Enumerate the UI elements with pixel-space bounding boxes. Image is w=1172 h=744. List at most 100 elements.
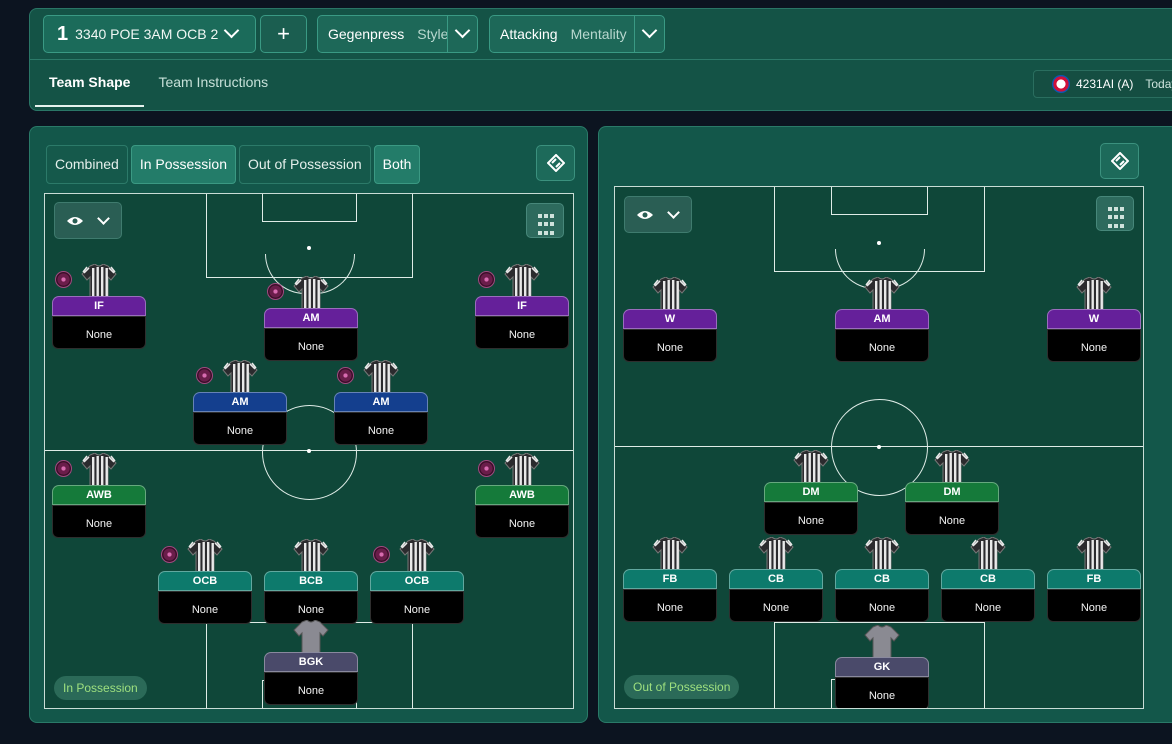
player-card[interactable]: AWB None xyxy=(52,453,146,539)
tactics-board-button[interactable] xyxy=(536,145,575,181)
tactics-board-icon xyxy=(1110,152,1129,170)
tab-team-instructions[interactable]: Team Instructions xyxy=(144,60,282,111)
eye-icon xyxy=(637,210,653,219)
player-duty: None xyxy=(370,591,464,624)
player-duty: None xyxy=(475,505,569,538)
player-card[interactable]: W None xyxy=(623,277,717,363)
player-card[interactable]: IF None xyxy=(475,264,569,350)
player-card[interactable]: CB None xyxy=(835,537,929,623)
player-card[interactable]: AM None xyxy=(334,360,428,446)
grid-icon xyxy=(538,222,542,227)
player-card[interactable]: AWB None xyxy=(475,453,569,539)
player-card[interactable]: OCB None xyxy=(370,539,464,625)
tactic-selector[interactable]: 1 3340 POE 3AM OCB 2 xyxy=(43,15,256,53)
grid-icon xyxy=(544,214,548,218)
mentality-label: Mentality xyxy=(570,26,627,42)
key-player-icon xyxy=(161,546,178,563)
player-card[interactable]: IF None xyxy=(52,264,146,350)
player-duty: None xyxy=(905,502,999,535)
player-card[interactable]: AM None xyxy=(264,276,358,362)
opponent-formation: 4231AI (A) xyxy=(1076,77,1134,91)
penalty-spot-top xyxy=(877,241,881,245)
player-duty: None xyxy=(764,502,858,535)
player-card[interactable]: CB None xyxy=(729,537,823,623)
player-shirt-icon xyxy=(652,537,688,571)
chevron-down-icon xyxy=(667,206,680,219)
player-shirt-icon xyxy=(504,453,540,487)
player-card[interactable]: GK None xyxy=(835,625,929,708)
mode-tab-combined[interactable]: Combined xyxy=(46,145,128,184)
mode-tab-in-possession[interactable]: In Possession xyxy=(130,145,236,184)
grid-icon xyxy=(550,214,554,218)
style-value: Gegenpress xyxy=(328,26,405,42)
player-role: IF xyxy=(52,296,146,316)
view-options-button[interactable] xyxy=(54,202,122,239)
tactic-number: 1 xyxy=(57,22,69,45)
player-card[interactable]: W None xyxy=(1047,277,1141,363)
tactics-board-button[interactable] xyxy=(1100,143,1139,179)
add-tactic-button[interactable]: + xyxy=(260,15,307,53)
player-duty: None xyxy=(835,329,929,362)
view-options-button[interactable] xyxy=(624,196,692,233)
style-label: Style xyxy=(417,26,449,42)
player-card[interactable]: DM None xyxy=(905,450,999,536)
player-card[interactable]: BCB None xyxy=(264,539,358,625)
player-shirt-icon xyxy=(864,625,900,659)
tab-team-shape[interactable]: Team Shape xyxy=(35,60,145,111)
player-role: AWB xyxy=(52,485,146,505)
tactics-header: 1 3340 POE 3AM OCB 2 + Gegenpress Style … xyxy=(29,8,1172,111)
player-role: W xyxy=(623,309,717,329)
player-card[interactable]: DM None xyxy=(764,450,858,536)
style-dropdown[interactable] xyxy=(447,16,477,52)
next-opponent[interactable]: 4231AI (A) Today xyxy=(1033,70,1172,98)
key-player-icon xyxy=(337,367,354,384)
player-card[interactable]: AM None xyxy=(193,360,287,446)
key-player-icon xyxy=(196,367,213,384)
player-shirt-icon xyxy=(81,453,117,487)
player-role: AM xyxy=(835,309,929,329)
player-card[interactable]: OCB None xyxy=(158,539,252,625)
phase-mode-tabs: Combined In Possession Out of Possession… xyxy=(46,145,421,184)
chevron-down-icon xyxy=(223,22,240,39)
player-duty: None xyxy=(1047,329,1141,362)
six-yard-box-top xyxy=(831,187,928,215)
eye-icon xyxy=(67,216,83,225)
grid-icon xyxy=(1120,223,1124,228)
team-style-selector[interactable]: Gegenpress Style xyxy=(317,15,478,53)
grid-icon xyxy=(1108,207,1112,211)
player-role: AWB xyxy=(475,485,569,505)
player-role: W xyxy=(1047,309,1141,329)
in-possession-panel: Combined In Possession Out of Possession… xyxy=(29,126,588,723)
player-card[interactable]: FB None xyxy=(1047,537,1141,623)
phase-label: In Possession xyxy=(54,676,147,700)
mode-tab-out-of-possession[interactable]: Out of Possession xyxy=(239,145,371,184)
grid-icon xyxy=(550,230,554,235)
mentality-selector[interactable]: Attacking Mentality xyxy=(489,15,665,53)
player-duty: None xyxy=(835,589,929,622)
player-shirt-icon xyxy=(652,277,688,311)
player-duty: None xyxy=(334,412,428,445)
penalty-spot-top xyxy=(307,246,311,250)
player-duty: None xyxy=(158,591,252,624)
player-duty: None xyxy=(729,589,823,622)
tactics-board-icon xyxy=(546,154,565,172)
mentality-dropdown[interactable] xyxy=(634,16,664,52)
six-yard-box-top xyxy=(262,194,357,222)
player-card[interactable]: BGK None xyxy=(264,620,358,706)
player-card[interactable]: FB None xyxy=(623,537,717,623)
player-card[interactable]: AM None xyxy=(835,277,929,363)
grid-icon xyxy=(1120,207,1124,211)
chevron-down-icon xyxy=(97,212,110,225)
grid-toggle-button[interactable] xyxy=(1096,196,1134,231)
tactic-toolbar: 1 3340 POE 3AM OCB 2 + Gegenpress Style … xyxy=(30,9,1172,60)
grid-toggle-button[interactable] xyxy=(526,203,564,238)
player-role: BCB xyxy=(264,571,358,591)
player-role: AM xyxy=(264,308,358,328)
player-shirt-icon xyxy=(504,264,540,298)
player-role: FB xyxy=(623,569,717,589)
mode-tab-both[interactable]: Both xyxy=(373,145,421,184)
player-duty: None xyxy=(835,677,929,708)
player-card[interactable]: CB None xyxy=(941,537,1035,623)
player-shirt-icon xyxy=(293,620,329,654)
player-shirt-icon xyxy=(399,539,435,573)
